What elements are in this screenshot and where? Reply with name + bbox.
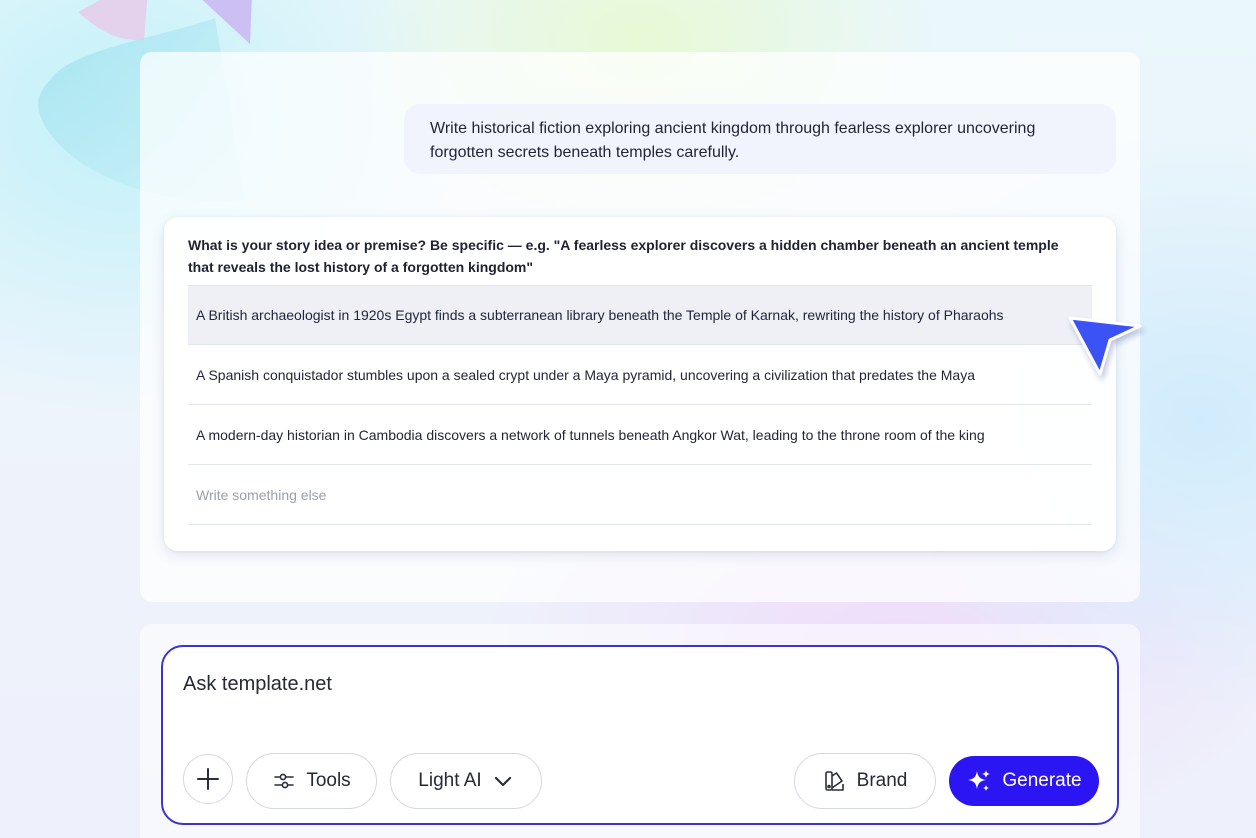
write-something-else-input[interactable]: Write something else xyxy=(188,465,1092,525)
composer-box[interactable]: Ask template.net Tools Light AI Brand Ge… xyxy=(161,645,1119,825)
sliders-icon xyxy=(274,773,295,789)
brand-label: Brand xyxy=(856,770,908,791)
model-label: Light AI xyxy=(418,770,482,791)
pointer-cursor-icon xyxy=(1068,316,1142,376)
tools-label: Tools xyxy=(306,770,351,791)
generate-label: Generate xyxy=(1002,770,1082,791)
sparkle-icon xyxy=(968,770,991,791)
user-message-bubble: Write historical fiction exploring ancie… xyxy=(404,104,1116,174)
option-item[interactable]: A Spanish conquistador stumbles upon a s… xyxy=(188,345,1092,405)
option-list: A British archaeologist in 1920s Egypt f… xyxy=(188,285,1092,525)
option-item[interactable]: A modern-day historian in Cambodia disco… xyxy=(188,405,1092,465)
generate-button[interactable]: Generate xyxy=(949,756,1099,806)
tools-button[interactable]: Tools xyxy=(246,753,377,809)
user-message-text: Write historical fiction exploring ancie… xyxy=(430,120,1036,161)
model-selector-dropdown[interactable]: Light AI xyxy=(390,753,542,809)
prompt-input[interactable]: Ask template.net xyxy=(183,673,332,696)
plus-icon xyxy=(197,768,219,790)
decorative-violet-shape xyxy=(202,0,252,44)
decorative-pink-shape xyxy=(78,0,148,41)
brand-button[interactable]: Brand xyxy=(794,753,936,809)
question-title: What is your story idea or premise? Be s… xyxy=(188,237,1059,275)
brand-palette-icon xyxy=(824,771,844,791)
add-attachment-button[interactable] xyxy=(183,754,233,804)
chevron-down-icon xyxy=(494,776,511,787)
option-item[interactable]: A British archaeologist in 1920s Egypt f… xyxy=(188,285,1092,345)
question-card: What is your story idea or premise? Be s… xyxy=(164,217,1116,551)
